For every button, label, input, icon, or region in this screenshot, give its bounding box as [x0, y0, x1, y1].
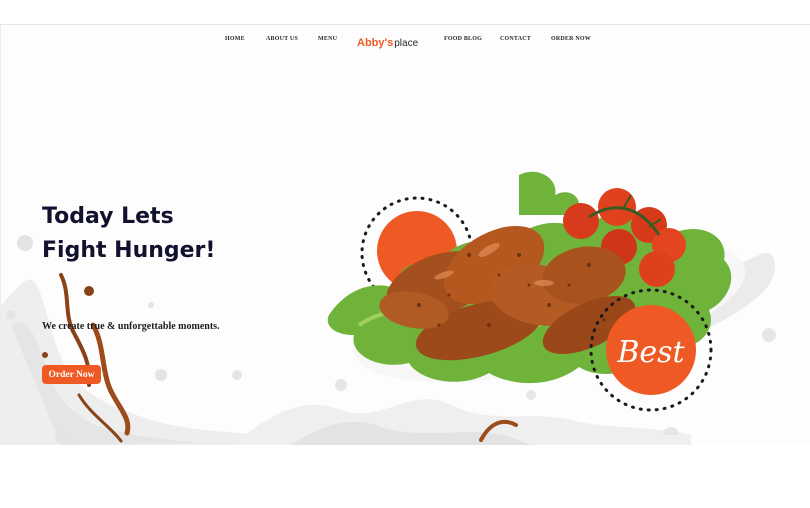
hero-tagline: We create true & unforgettable moments. — [42, 321, 220, 332]
best-badge-text: Best — [616, 335, 685, 370]
nav-link-menu[interactable]: MENU — [318, 36, 337, 42]
chicken-wings-plate-image: Best — [327, 171, 776, 435]
hero-heading-line-1: Today Lets — [42, 204, 174, 229]
hero-section: HOME ABOUT US MENU Abby'splace FOOD BLOG… — [0, 24, 810, 445]
logo-text-place: place — [394, 38, 419, 49]
order-now-button[interactable]: Order Now — [42, 365, 101, 384]
main-navigation: HOME ABOUT US MENU Abby'splace FOOD BLOG… — [1, 33, 810, 53]
hero-heading: Today Lets Fight Hunger! — [42, 200, 262, 268]
nav-link-order-now[interactable]: ORDER NOW — [551, 36, 591, 42]
site-logo[interactable]: Abby'splace — [357, 33, 418, 49]
hero-heading-line-2: Fight Hunger! — [42, 238, 216, 263]
nav-link-about-us[interactable]: ABOUT US — [266, 36, 298, 42]
nav-link-food-blog[interactable]: FOOD BLOG — [444, 36, 482, 42]
nav-link-home[interactable]: HOME — [225, 36, 245, 42]
logo-text-brand: Abby's — [357, 37, 394, 49]
nav-link-contact[interactable]: CONTACT — [500, 36, 531, 42]
